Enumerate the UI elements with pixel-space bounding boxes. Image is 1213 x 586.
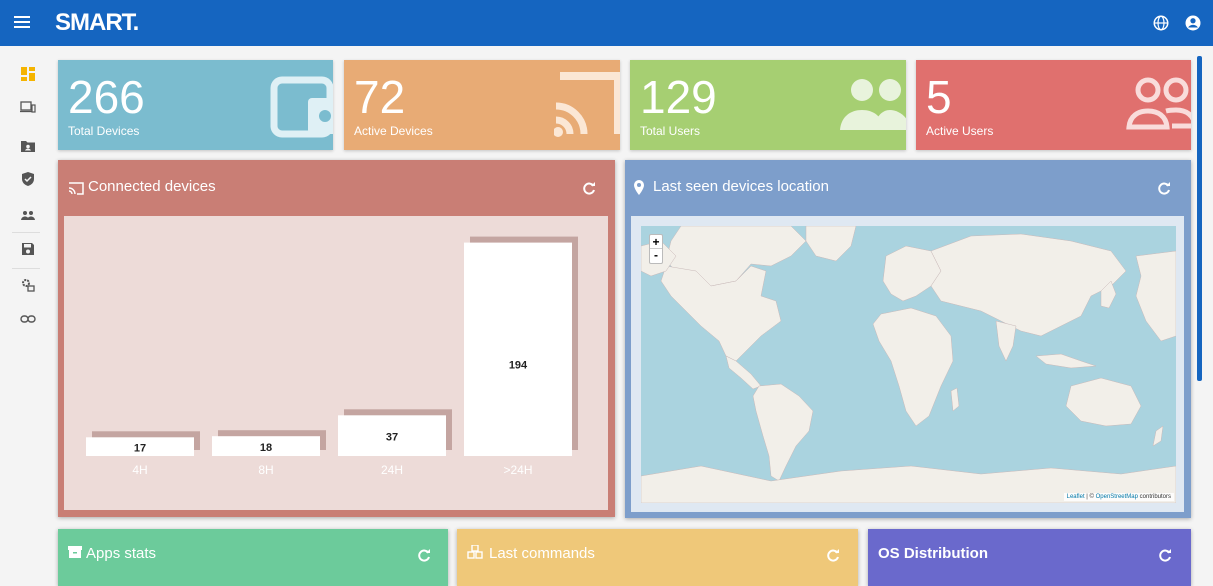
- tile-value: 5: [926, 71, 952, 123]
- cubes-icon: [467, 545, 483, 559]
- refresh-icon[interactable]: [582, 182, 596, 196]
- tile-active-devices[interactable]: 72 Active Devices: [344, 60, 620, 150]
- attribution-tail: contributors: [1137, 494, 1171, 500]
- panel-title: Last commands: [489, 545, 595, 562]
- shield-check-icon[interactable]: [20, 171, 36, 187]
- zoom-in-button[interactable]: +: [650, 235, 662, 249]
- save-icon[interactable]: [20, 241, 36, 257]
- apps-stats-panel: Apps stats: [58, 529, 448, 586]
- page-scrollbar[interactable]: [1197, 56, 1202, 381]
- tile-label: Active Users: [926, 124, 994, 138]
- group-icon: [840, 79, 906, 130]
- last-commands-panel: Last commands: [457, 529, 858, 586]
- dashboard-icon[interactable]: [20, 66, 36, 82]
- bar-value-label: 17: [134, 443, 146, 455]
- leaflet-link[interactable]: Leaflet: [1067, 494, 1085, 500]
- refresh-icon[interactable]: [826, 549, 840, 563]
- globe-icon[interactable]: [1152, 14, 1170, 32]
- refresh-icon[interactable]: [1157, 182, 1171, 196]
- refresh-icon[interactable]: [1158, 549, 1172, 563]
- zoom-control: + -: [649, 234, 663, 264]
- cast-icon: [554, 72, 620, 137]
- tile-label: Total Devices: [68, 124, 140, 138]
- bar->24H[interactable]: [464, 242, 572, 456]
- category-label: 4H: [132, 463, 147, 477]
- tile-value: 129: [640, 71, 717, 123]
- connected-devices-chart: 17 4H 18 8H 37 24H 194 >24H: [64, 216, 608, 510]
- category-label: >24H: [503, 463, 532, 477]
- bar-value-label: 37: [386, 432, 398, 444]
- world-map[interactable]: + - Leaflet | © OpenStreetMap contributo…: [641, 226, 1176, 503]
- tile-label: Total Users: [640, 124, 701, 138]
- category-label: 24H: [381, 463, 403, 477]
- tile-active-users[interactable]: 5 Active Users: [916, 60, 1191, 150]
- hamburger-icon[interactable]: [12, 13, 32, 33]
- folder-account-icon[interactable]: [20, 138, 36, 154]
- bar-value-label: 18: [260, 442, 272, 454]
- category-label: 8H: [258, 463, 273, 477]
- cast-icon: [68, 182, 84, 195]
- bar-value-label: 194: [509, 360, 528, 372]
- tile-value: 72: [354, 71, 406, 123]
- tile-total-users[interactable]: 129 Total Users: [630, 60, 906, 150]
- os-distribution-panel: OS Distribution: [868, 529, 1191, 586]
- osm-link[interactable]: OpenStreetMap: [1096, 494, 1138, 500]
- archive-icon: [68, 546, 82, 558]
- group-outline-icon: [1126, 77, 1191, 130]
- app-logo[interactable]: SMART.: [55, 9, 139, 37]
- group-icon[interactable]: [20, 207, 36, 223]
- tile-label: Active Devices: [354, 124, 433, 138]
- attribution-separator: | ©: [1084, 494, 1096, 500]
- top-app-bar: SMART.: [0, 0, 1213, 46]
- bar-chart: 17 4H 18 8H 37 24H 194 >24H: [86, 236, 578, 477]
- account-circle-icon[interactable]: [1184, 14, 1202, 32]
- device-hub-icon: [270, 76, 333, 138]
- panel-title: Apps stats: [86, 545, 157, 562]
- devices-icon[interactable]: [20, 99, 36, 115]
- panel-title: OS Distribution: [878, 545, 988, 562]
- link-icon[interactable]: [20, 311, 36, 327]
- settings-app-icon[interactable]: [20, 277, 36, 293]
- panel-title: Last seen devices location: [653, 178, 829, 195]
- zoom-out-button[interactable]: -: [650, 249, 662, 263]
- map-attribution: Leaflet | © OpenStreetMap contributors: [1063, 493, 1174, 501]
- tile-total-devices[interactable]: 266 Total Devices: [58, 60, 333, 150]
- tile-value: 266: [68, 71, 145, 123]
- map-marker-icon: [634, 180, 644, 195]
- sidebar-nav: [0, 46, 48, 586]
- panel-title: Connected devices: [88, 178, 216, 195]
- refresh-icon[interactable]: [417, 549, 431, 563]
- world-map-land: [641, 226, 1176, 503]
